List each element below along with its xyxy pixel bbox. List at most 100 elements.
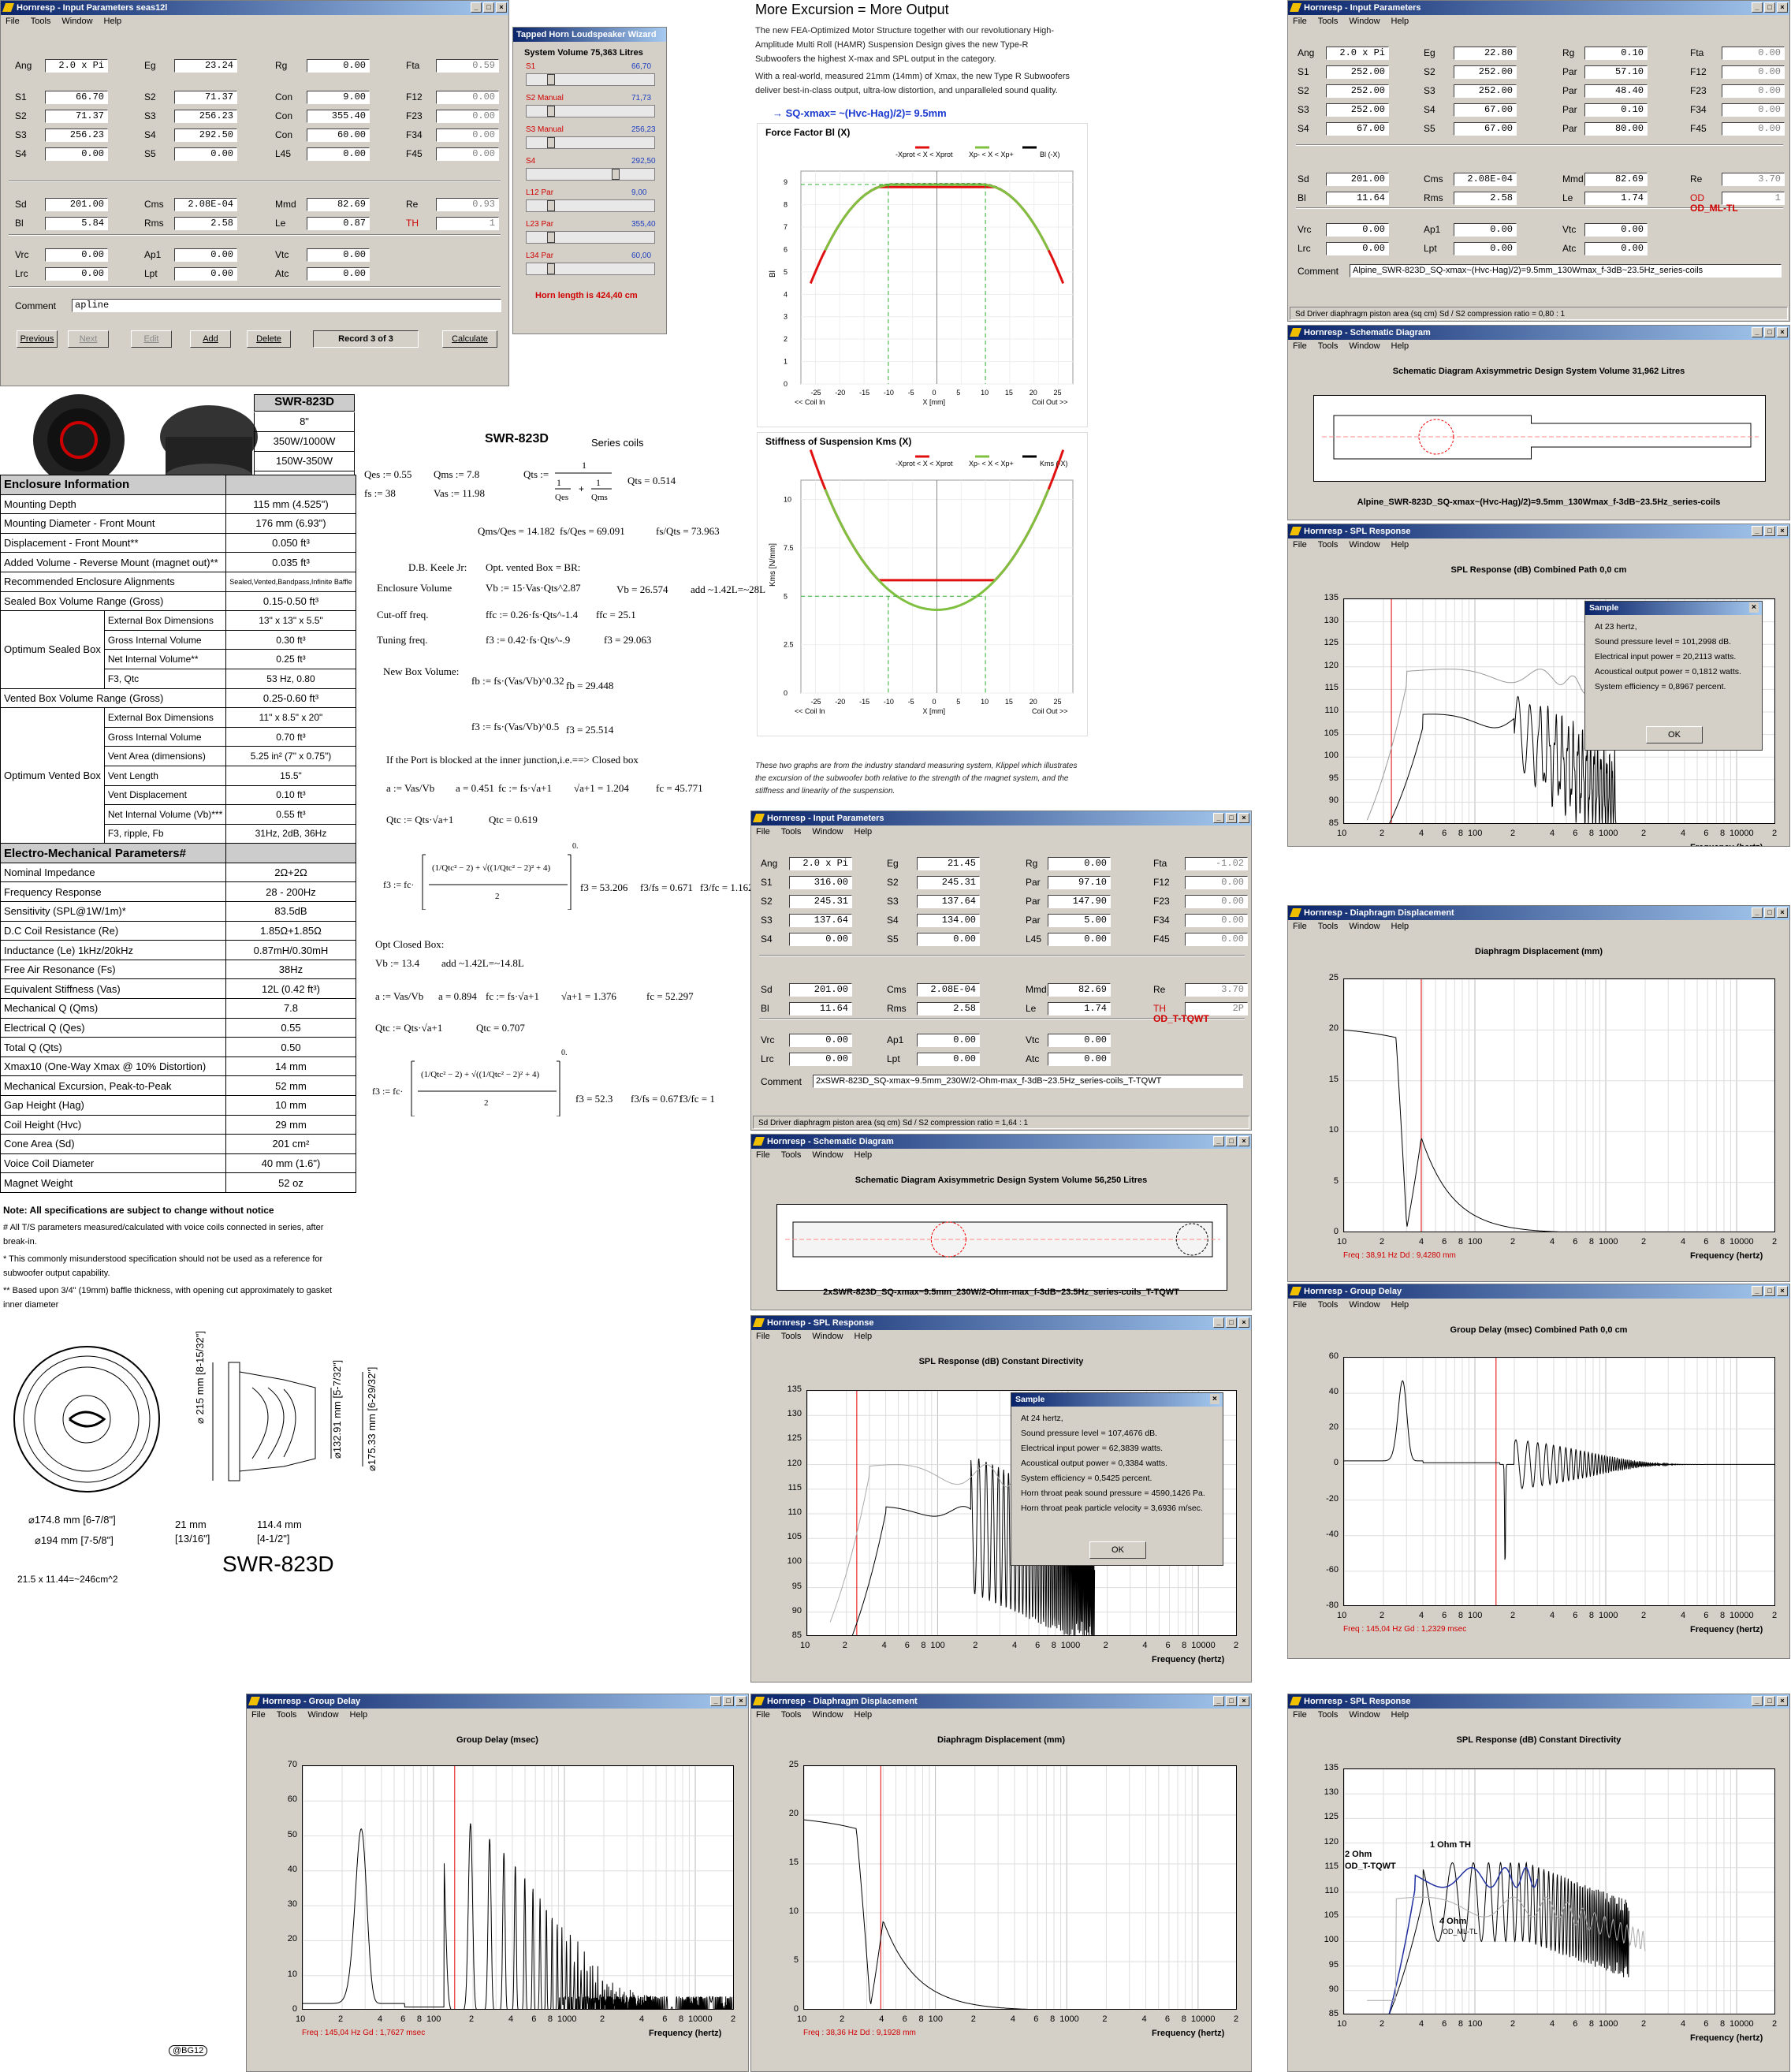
param-field[interactable]: 201.00 <box>789 983 852 997</box>
minimize-button[interactable]: _ <box>1752 2 1763 13</box>
wizard-slider[interactable] <box>526 199 655 212</box>
param-field[interactable]: 0.00 <box>1722 47 1785 60</box>
slider-thumb[interactable] <box>547 263 555 274</box>
param-field[interactable]: 0.00 <box>1185 876 1248 889</box>
param-field[interactable]: 23.24 <box>174 59 237 73</box>
param-field[interactable]: 147.90 <box>1048 895 1111 908</box>
maximize-button[interactable]: □ <box>1764 2 1775 13</box>
param-field[interactable]: 1.74 <box>1584 192 1648 205</box>
param-field[interactable]: 3.70 <box>1722 173 1785 186</box>
title-bar[interactable]: Hornresp - Group Delay _ □ × <box>1288 1284 1789 1299</box>
param-field[interactable]: 11.64 <box>1326 192 1389 205</box>
param-field[interactable]: 0.00 <box>917 1053 980 1066</box>
menu-window[interactable]: Window <box>1349 1709 1380 1722</box>
minimize-button[interactable]: _ <box>1213 1136 1224 1146</box>
param-field[interactable]: 67.00 <box>1454 103 1517 117</box>
param-field[interactable]: 3.70 <box>1185 983 1248 997</box>
param-field[interactable]: 256.23 <box>45 129 108 142</box>
param-field[interactable]: 0.00 <box>174 147 237 161</box>
param-field[interactable]: 245.31 <box>917 876 980 889</box>
param-field[interactable]: 134.00 <box>917 914 980 927</box>
maximize-button[interactable]: □ <box>1226 1136 1237 1146</box>
close-button[interactable]: × <box>496 2 507 13</box>
menu-tools[interactable]: Tools <box>781 825 802 839</box>
menu-file[interactable]: File <box>1293 538 1307 552</box>
maximize-button[interactable]: □ <box>483 2 494 13</box>
param-field[interactable]: 0.00 <box>1048 857 1111 870</box>
param-field[interactable]: 2.58 <box>174 217 237 230</box>
param-field[interactable]: 0.00 <box>1454 242 1517 255</box>
param-field[interactable]: 355.40 <box>307 110 370 123</box>
menu-help[interactable]: Help <box>350 1709 368 1722</box>
slider-thumb[interactable] <box>547 137 555 148</box>
menu-help[interactable]: Help <box>1391 340 1409 353</box>
param-field[interactable]: 316.00 <box>789 876 852 889</box>
menu-file[interactable]: File <box>1293 15 1307 28</box>
close-button[interactable]: × <box>735 1696 747 1706</box>
param-field[interactable]: 0.00 <box>436 129 499 142</box>
wizard-slider[interactable] <box>526 263 655 275</box>
close-button[interactable]: × <box>1777 1286 1788 1296</box>
param-field[interactable]: 1.74 <box>1048 1002 1111 1016</box>
comment-field[interactable]: apline <box>72 299 501 312</box>
slider-thumb[interactable] <box>547 106 555 117</box>
minimize-button[interactable]: _ <box>1752 1696 1763 1706</box>
maximize-button[interactable]: □ <box>1226 1317 1237 1328</box>
calculate-button[interactable]: Calculate <box>442 330 497 348</box>
param-field[interactable]: 0.00 <box>174 267 237 281</box>
param-field[interactable]: 0.00 <box>1048 1053 1111 1066</box>
title-bar[interactable]: Hornresp - SPL Response _ □ × <box>1288 524 1789 538</box>
param-field[interactable]: 0.00 <box>1454 223 1517 237</box>
menu-file[interactable]: File <box>756 1709 770 1722</box>
param-field[interactable]: 97.10 <box>1048 876 1111 889</box>
param-field[interactable]: 0.00 <box>1584 223 1648 237</box>
ok-button[interactable]: OK <box>1646 726 1703 743</box>
param-field[interactable]: 2.58 <box>1454 192 1517 205</box>
menu-window[interactable]: Window <box>1349 15 1380 28</box>
menu-window[interactable]: Window <box>812 1149 843 1162</box>
param-field[interactable]: 0.00 <box>174 248 237 262</box>
title-bar[interactable]: Hornresp - Input Parameters _ □ × <box>1288 1 1789 15</box>
param-field[interactable]: 1 <box>436 217 499 230</box>
minimize-button[interactable]: _ <box>1213 813 1224 823</box>
maximize-button[interactable]: □ <box>1764 1696 1775 1706</box>
param-field[interactable]: 0.00 <box>1722 103 1785 117</box>
title-bar[interactable]: Hornresp - Input Parameters _ □ × <box>751 811 1251 825</box>
param-field[interactable]: 60.00 <box>307 129 370 142</box>
maximize-button[interactable]: □ <box>1226 1696 1237 1706</box>
menu-file[interactable]: File <box>1293 340 1307 353</box>
menu-tools[interactable]: Tools <box>1318 538 1339 552</box>
next-button[interactable]: Next <box>68 330 109 348</box>
wizard-slider[interactable] <box>526 168 655 181</box>
param-field[interactable]: 0.00 <box>45 248 108 262</box>
close-button[interactable]: × <box>1777 1696 1788 1706</box>
param-field[interactable]: 66.70 <box>45 91 108 104</box>
param-field[interactable]: 252.00 <box>1326 84 1389 98</box>
param-field[interactable]: -1.02 <box>1185 857 1248 870</box>
menu-tools[interactable]: Tools <box>277 1709 297 1722</box>
menu-help[interactable]: Help <box>1391 538 1409 552</box>
param-field[interactable]: 0.00 <box>789 933 852 946</box>
close-icon[interactable]: × <box>1748 602 1759 613</box>
param-field[interactable]: 201.00 <box>45 198 108 211</box>
menu-tools[interactable]: Tools <box>1318 1709 1339 1722</box>
maximize-button[interactable]: □ <box>1764 1286 1775 1296</box>
param-field[interactable]: 2.08E-04 <box>917 983 980 997</box>
menu-file[interactable]: File <box>1293 1299 1307 1312</box>
menu-help[interactable]: Help <box>855 1149 873 1162</box>
param-field[interactable]: 80.00 <box>1584 122 1648 136</box>
param-field[interactable]: 0.00 <box>1326 242 1389 255</box>
close-button[interactable]: × <box>1238 813 1249 823</box>
menu-help[interactable]: Help <box>104 15 122 28</box>
param-field[interactable]: 0.00 <box>917 1034 980 1047</box>
menu-help[interactable]: Help <box>1391 15 1409 28</box>
param-field[interactable]: 201.00 <box>1326 173 1389 186</box>
param-field[interactable]: 252.00 <box>1326 65 1389 79</box>
menu-window[interactable]: Window <box>307 1709 338 1722</box>
param-field[interactable]: 252.00 <box>1326 103 1389 117</box>
comment-field[interactable]: Alpine_SWR-823D_SQ-xmax~(Hvc-Hag)/2)=9.5… <box>1350 264 1782 278</box>
menu-help[interactable]: Help <box>1391 1709 1409 1722</box>
param-field[interactable]: 252.00 <box>1454 84 1517 98</box>
slider-thumb[interactable] <box>547 232 555 243</box>
title-bar[interactable]: Hornresp - Input Parameters seas12l _ □ × <box>1 1 508 15</box>
